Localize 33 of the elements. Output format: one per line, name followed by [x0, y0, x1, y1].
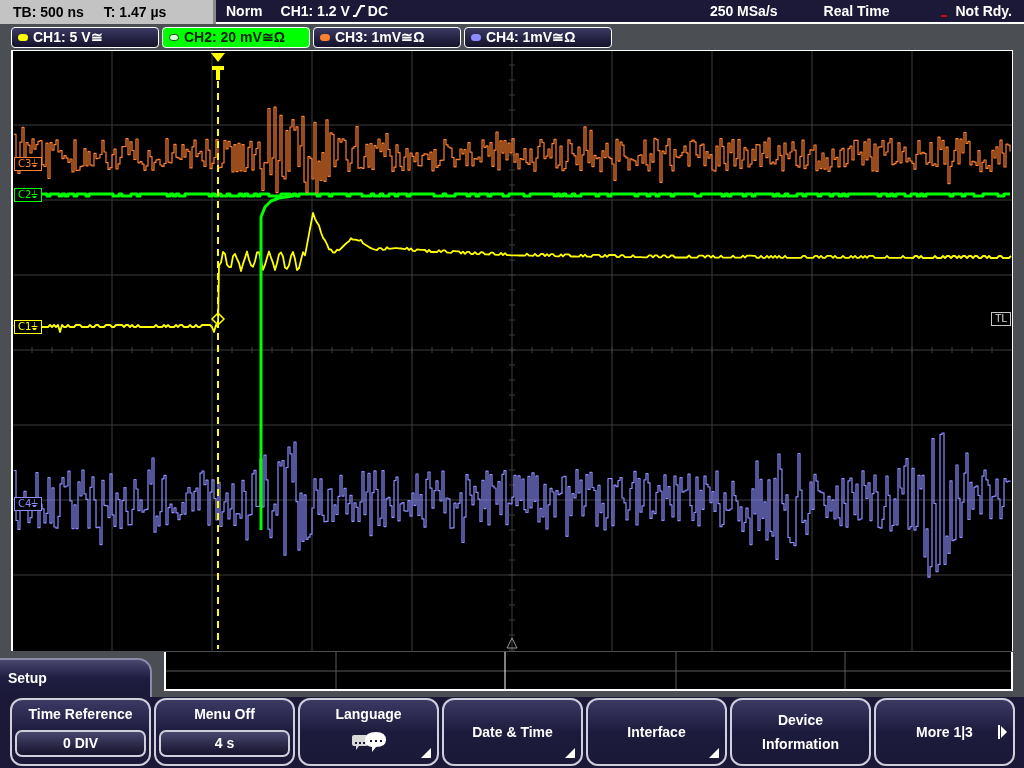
value-display: 4 s [159, 730, 290, 757]
softkey-button[interactable]: Language [298, 698, 439, 766]
trigger-mode-readout: Norm [226, 1, 263, 21]
center-marker-icon [506, 637, 518, 649]
softkey-button[interactable]: More 1|3 [874, 698, 1015, 766]
trigger-source-readout: CH1: 1.2 V [280, 1, 350, 21]
acquisition-state-readout: Not Rdy. [955, 1, 1012, 21]
softkey-button[interactable]: Device Information [730, 698, 871, 766]
next-page-arrow-icon [998, 725, 1007, 739]
speech-bubbles-icon [350, 731, 387, 753]
channel-marker[interactable]: C4⏚ [14, 497, 43, 511]
softkey-button[interactable]: Date & Time [442, 698, 583, 766]
channel-marker[interactable]: C2⏚ [14, 188, 43, 202]
trigger-time-readout: T: 1.47 µs [103, 2, 167, 22]
channel-tab[interactable]: CH1: 5 V≅ [11, 27, 159, 48]
acquisition-mode-readout: Real Time [823, 1, 890, 21]
timebase-readout: TB: 500 ns [13, 2, 84, 22]
channel-tab[interactable]: CH2: 20 mV≅Ω [162, 27, 310, 48]
channel-marker[interactable]: C3⏚ [14, 157, 43, 171]
softkey-button[interactable]: Time Reference 0 DIV [10, 698, 151, 766]
sample-rate-readout: 250 MSa/s [709, 1, 778, 21]
coupling-readout: DC [367, 1, 389, 21]
trigger-marker-icon [211, 53, 225, 80]
softkey-button[interactable]: Menu Off 4 s [154, 698, 295, 766]
channel-tab[interactable]: CH4: 1mV≅Ω [464, 27, 612, 48]
channel-tab[interactable]: CH3: 1mV≅Ω [313, 27, 461, 48]
value-display: 0 DIV [15, 730, 146, 757]
status-indicator-icon [941, 15, 948, 17]
menu-title: Setup [0, 658, 152, 697]
trigger-point-icon [210, 311, 226, 327]
channel-marker[interactable]: C1⏚ [14, 320, 43, 334]
softkey-button[interactable]: Interface [586, 698, 727, 766]
trigger-level-marker[interactable]: TL [991, 312, 1011, 326]
